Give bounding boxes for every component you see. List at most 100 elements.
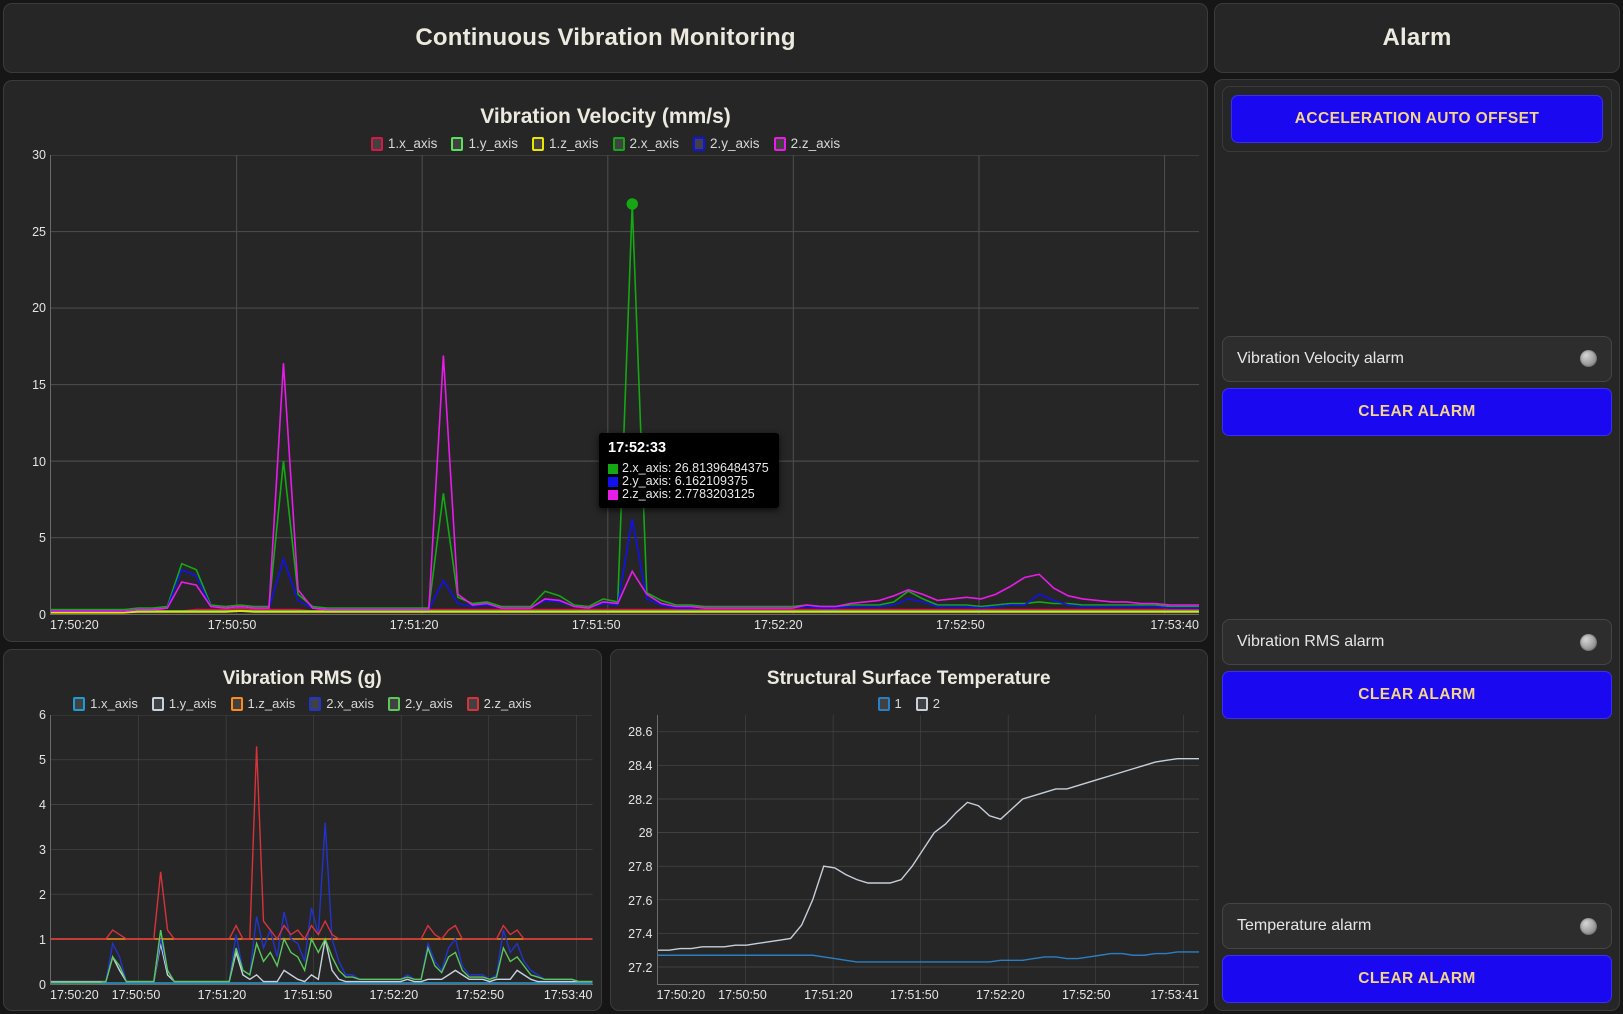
x-tick-label: 17:51:50 — [283, 988, 333, 1002]
legend-label: 2.z_axis — [790, 136, 841, 151]
x-tick-label: 17:50:50 — [718, 988, 767, 1002]
alarm-led-velocity — [1580, 350, 1597, 368]
tooltip-timestamp: 17:52:33 — [608, 440, 667, 456]
legend-label: 1.x_axis — [90, 696, 138, 712]
tooltip-rows: 2.x_axis: 26.81396484375 2.y_axis: 6.1621… — [608, 461, 769, 502]
vibration-velocity-plot-area: 0 5 10 15 20 25 30 — [12, 148, 1199, 622]
y-tick-label: 27.4 — [628, 927, 653, 942]
y-tick-label: 0 — [39, 978, 46, 992]
legend-rms-2-x_axis[interactable]: 2.x_axis — [309, 696, 374, 711]
legend-swatch-icon — [230, 696, 243, 711]
legend-label: 2.x_axis — [326, 696, 374, 712]
series-line — [51, 204, 1199, 610]
legend-rms-1-z_axis[interactable]: 1.z_axis — [230, 696, 295, 711]
x-tick-label: 17:51:20 — [389, 618, 439, 633]
y-tick-label: 6 — [39, 708, 46, 723]
legend-velocity-2-x_axis[interactable]: 2.x_axis — [612, 136, 679, 151]
vibration-velocity-plot[interactable] — [50, 155, 1199, 616]
bottom-charts-row: Vibration RMS (g) 1.x_axis 1.y_axis 1.z_ax… — [3, 649, 1208, 1011]
x-tick-label: 17:50:20 — [50, 618, 99, 633]
left-column: Continuous Vibration Monitoring Vibratio… — [3, 3, 1208, 1011]
clear-alarm-velocity-button[interactable]: CLEAR ALARM — [1222, 387, 1612, 436]
legend-swatch-icon — [451, 136, 464, 151]
x-tick-label: 17:51:50 — [890, 988, 939, 1002]
legend-velocity-1-z_axis[interactable]: 1.z_axis — [531, 136, 599, 151]
clear-alarm-rms-button[interactable]: CLEAR ALARM — [1222, 671, 1612, 720]
alarm-body: ACCELERATION AUTO OFFSET Vibration Veloc… — [1214, 79, 1620, 1011]
legend-swatch-icon — [877, 696, 890, 711]
x-tick-label: 17:53:40 — [1150, 618, 1199, 633]
structural-temperature-plot[interactable] — [656, 715, 1200, 985]
legend-velocity-1-x_axis[interactable]: 1.x_axis — [370, 136, 438, 151]
vibration-rms-panel: Vibration RMS (g) 1.x_axis 1.y_axis 1.z_ax… — [3, 649, 602, 1011]
acceleration-offset-group: ACCELERATION AUTO OFFSET — [1222, 86, 1612, 152]
legend-temp-2[interactable]: 2 — [915, 696, 940, 711]
acceleration-auto-offset-button[interactable]: ACCELERATION AUTO OFFSET — [1231, 95, 1603, 143]
y-tick-label: 5 — [39, 753, 46, 768]
page-title: Continuous Vibration Monitoring — [415, 24, 796, 51]
alarm-label-rms: Vibration RMS alarm — [1237, 633, 1385, 651]
y-tick-label: 28.4 — [628, 758, 653, 773]
legend-rms-1-y_axis[interactable]: 1.y_axis — [151, 696, 217, 711]
legend-label: 2.y_axis — [710, 136, 760, 151]
legend-temp-1[interactable]: 1 — [877, 696, 902, 711]
vibration-rms-plot[interactable] — [50, 715, 593, 985]
structural-temperature-panel: Structural Surface Temperature 12 28.6 28… — [609, 649, 1208, 1011]
x-tick-label: 17:51:20 — [804, 988, 853, 1002]
clear-alarm-temperature-button[interactable]: CLEAR ALARM — [1222, 955, 1612, 1004]
dashboard-root: Continuous Vibration Monitoring Vibratio… — [0, 0, 1623, 1014]
legend-swatch-icon — [387, 696, 400, 711]
y-tick-label: 3 — [39, 843, 46, 858]
alarm-row-rms[interactable]: Vibration RMS alarm — [1222, 619, 1612, 666]
legend-label: 1.z_axis — [548, 136, 599, 151]
vibration-velocity-legend: 1.x_axis 1.y_axis 1.z_axis 2.x_axis 2.y_axis… — [12, 134, 1199, 155]
alarm-row-velocity[interactable]: Vibration Velocity alarm — [1222, 335, 1612, 382]
legend-label: 2.y_axis — [404, 696, 453, 712]
vibration-velocity-panel: Vibration Velocity (mm/s) 1.x_axis 1.y_ax… — [3, 80, 1208, 643]
y-tick-label: 10 — [32, 454, 46, 469]
alarm-led-temperature — [1580, 917, 1597, 935]
legend-velocity-2-y_axis[interactable]: 2.y_axis — [693, 136, 760, 151]
y-tick-label: 27.8 — [628, 859, 653, 874]
y-tick-label: 30 — [32, 148, 46, 162]
legend-swatch-icon — [773, 136, 786, 151]
series-line — [51, 519, 1199, 611]
y-tick-label: 28.6 — [628, 725, 653, 740]
legend-swatch-icon — [73, 696, 86, 711]
y-tick-label: 2 — [39, 888, 46, 903]
x-tick-label: 17:52:50 — [936, 618, 985, 633]
x-tick-label: 17:52:20 — [753, 618, 803, 633]
legend-swatch-icon — [466, 696, 479, 711]
alarm-row-temperature[interactable]: Temperature alarm — [1222, 903, 1612, 950]
y-tick-label: 28.2 — [628, 792, 653, 807]
legend-swatch-icon — [151, 696, 164, 711]
legend-swatch-icon — [309, 696, 322, 711]
tooltip-series-swatch-icon — [608, 476, 618, 487]
legend-rms-2-y_axis[interactable]: 2.y_axis — [387, 696, 453, 712]
series-line — [51, 611, 1199, 613]
tooltip-series-text: 2.z_axis: 2.7783203125 — [622, 487, 755, 502]
vibration-rms-legend: 1.x_axis 1.y_axis 1.z_axis 2.x_axis 2.y_axis… — [12, 694, 593, 715]
alarm-label-temperature: Temperature alarm — [1237, 917, 1372, 935]
y-tick-label: 27.6 — [628, 893, 653, 908]
alarm-led-rms — [1580, 633, 1597, 651]
legend-rms-1-x_axis[interactable]: 1.x_axis — [73, 696, 138, 711]
structural-temperature-y-axis: 28.6 28.4 28.2 28 27.8 27.6 27.4 27.2 — [619, 715, 657, 985]
legend-label: 1.x_axis — [387, 136, 438, 151]
series-line — [658, 952, 1200, 962]
x-tick-label: 17:52:50 — [1061, 988, 1111, 1002]
vibration-rms-x-axis: 17:50:20 17:50:50 17:51:20 17:51:50 17:52:20… — [50, 985, 593, 1007]
vibration-rms-y-axis: 0 1 2 3 4 5 6 — [12, 708, 50, 992]
legend-swatch-icon — [612, 136, 625, 151]
tooltip-series-swatch-icon — [608, 463, 618, 474]
legend-velocity-1-y_axis[interactable]: 1.y_axis — [451, 136, 518, 151]
legend-velocity-2-z_axis[interactable]: 2.z_axis — [773, 136, 841, 151]
structural-temperature-plot-area: 28.6 28.4 28.2 28 27.8 27.6 27.4 27.2 — [619, 715, 1200, 985]
vibration-rms-title: Vibration RMS (g) — [222, 668, 382, 690]
legend-swatch-icon — [693, 136, 706, 151]
series-line — [658, 759, 1200, 951]
legend-swatch-icon — [915, 696, 928, 711]
legend-rms-2-z_axis[interactable]: 2.z_axis — [466, 696, 531, 711]
legend-swatch-icon — [370, 136, 383, 151]
sidebar-gap-2 — [1222, 442, 1612, 614]
